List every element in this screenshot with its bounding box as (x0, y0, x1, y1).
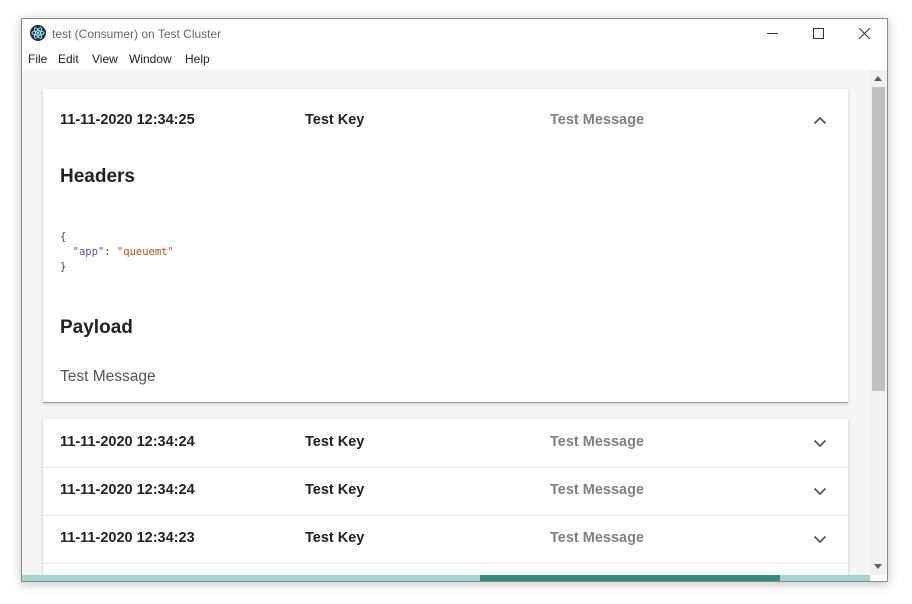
json-close-brace: } (60, 261, 67, 273)
message-row[interactable]: 11-11-2020 12:34:23 Test Key Test Messag… (43, 515, 848, 564)
chevron-down-icon[interactable] (813, 487, 827, 496)
window-title: test (Consumer) on Test Cluster (52, 27, 222, 41)
maximize-button[interactable] (795, 19, 841, 49)
minimize-icon (767, 33, 778, 34)
menu-bar: File Edit View Window Help (22, 49, 887, 70)
message-timestamp: 11-11-2020 12:34:24 (60, 482, 195, 498)
menu-help[interactable]: Help (185, 52, 210, 66)
vertical-scrollbar[interactable] (870, 70, 887, 575)
message-list-card: 11-11-2020 12:34:24 Test Key Test Messag… (43, 419, 848, 575)
menu-edit[interactable]: Edit (58, 52, 79, 66)
menu-view[interactable]: View (92, 52, 118, 66)
progress-indicator (480, 575, 780, 581)
message-key: Test Key (305, 112, 365, 128)
menu-file[interactable]: File (28, 52, 47, 66)
json-open-brace: { (60, 231, 67, 243)
chevron-down-icon[interactable] (813, 439, 827, 448)
maximize-icon (813, 28, 824, 39)
menu-window[interactable]: Window (129, 52, 172, 66)
message-preview: Test Message (550, 434, 645, 450)
message-row[interactable]: 11-11-2020 12:34:24 Test Key Test Messag… (43, 467, 848, 516)
title-bar[interactable]: test (Consumer) on Test Cluster (22, 19, 887, 49)
scroll-up-arrow-icon[interactable] (874, 76, 882, 81)
close-icon (859, 28, 870, 39)
message-timestamp: 11-11-2020 12:34:24 (60, 434, 195, 450)
minimize-button[interactable] (749, 19, 795, 49)
scrollbar-thumb[interactable] (872, 87, 885, 391)
message-key: Test Key (305, 482, 365, 498)
payload-text: Test Message (60, 368, 156, 385)
close-button[interactable] (841, 19, 887, 49)
scroll-down-arrow-icon[interactable] (874, 564, 882, 569)
message-card-expanded: 11-11-2020 12:34:25 Test Key Test Messag… (43, 89, 848, 403)
loading-progress-bar (22, 575, 870, 581)
json-key: "app" (72, 246, 105, 258)
chevron-down-icon[interactable] (813, 535, 827, 544)
payload-title: Payload (60, 317, 133, 338)
app-window: test (Consumer) on Test Cluster File Edi… (21, 18, 888, 582)
electron-icon (30, 25, 46, 41)
message-list-area: 11-11-2020 12:34:25 Test Key Test Messag… (22, 70, 870, 575)
json-value: "queuemt" (116, 246, 174, 258)
headers-title: Headers (60, 166, 135, 187)
message-timestamp: 11-11-2020 12:34:23 (60, 530, 195, 546)
json-separator: : (104, 246, 117, 258)
message-preview: Test Message (550, 482, 645, 498)
message-row[interactable]: 11-11-2020 12:34:24 Test Key Test Messag… (43, 419, 848, 468)
message-preview: Test Message (550, 530, 645, 546)
message-timestamp: 11-11-2020 12:34:25 (60, 112, 195, 128)
message-key: Test Key (305, 530, 365, 546)
chevron-up-icon[interactable] (813, 116, 827, 125)
headers-json: { "app": "queuemt" } (60, 230, 174, 275)
message-preview: Test Message (550, 112, 645, 128)
message-key: Test Key (305, 434, 365, 450)
